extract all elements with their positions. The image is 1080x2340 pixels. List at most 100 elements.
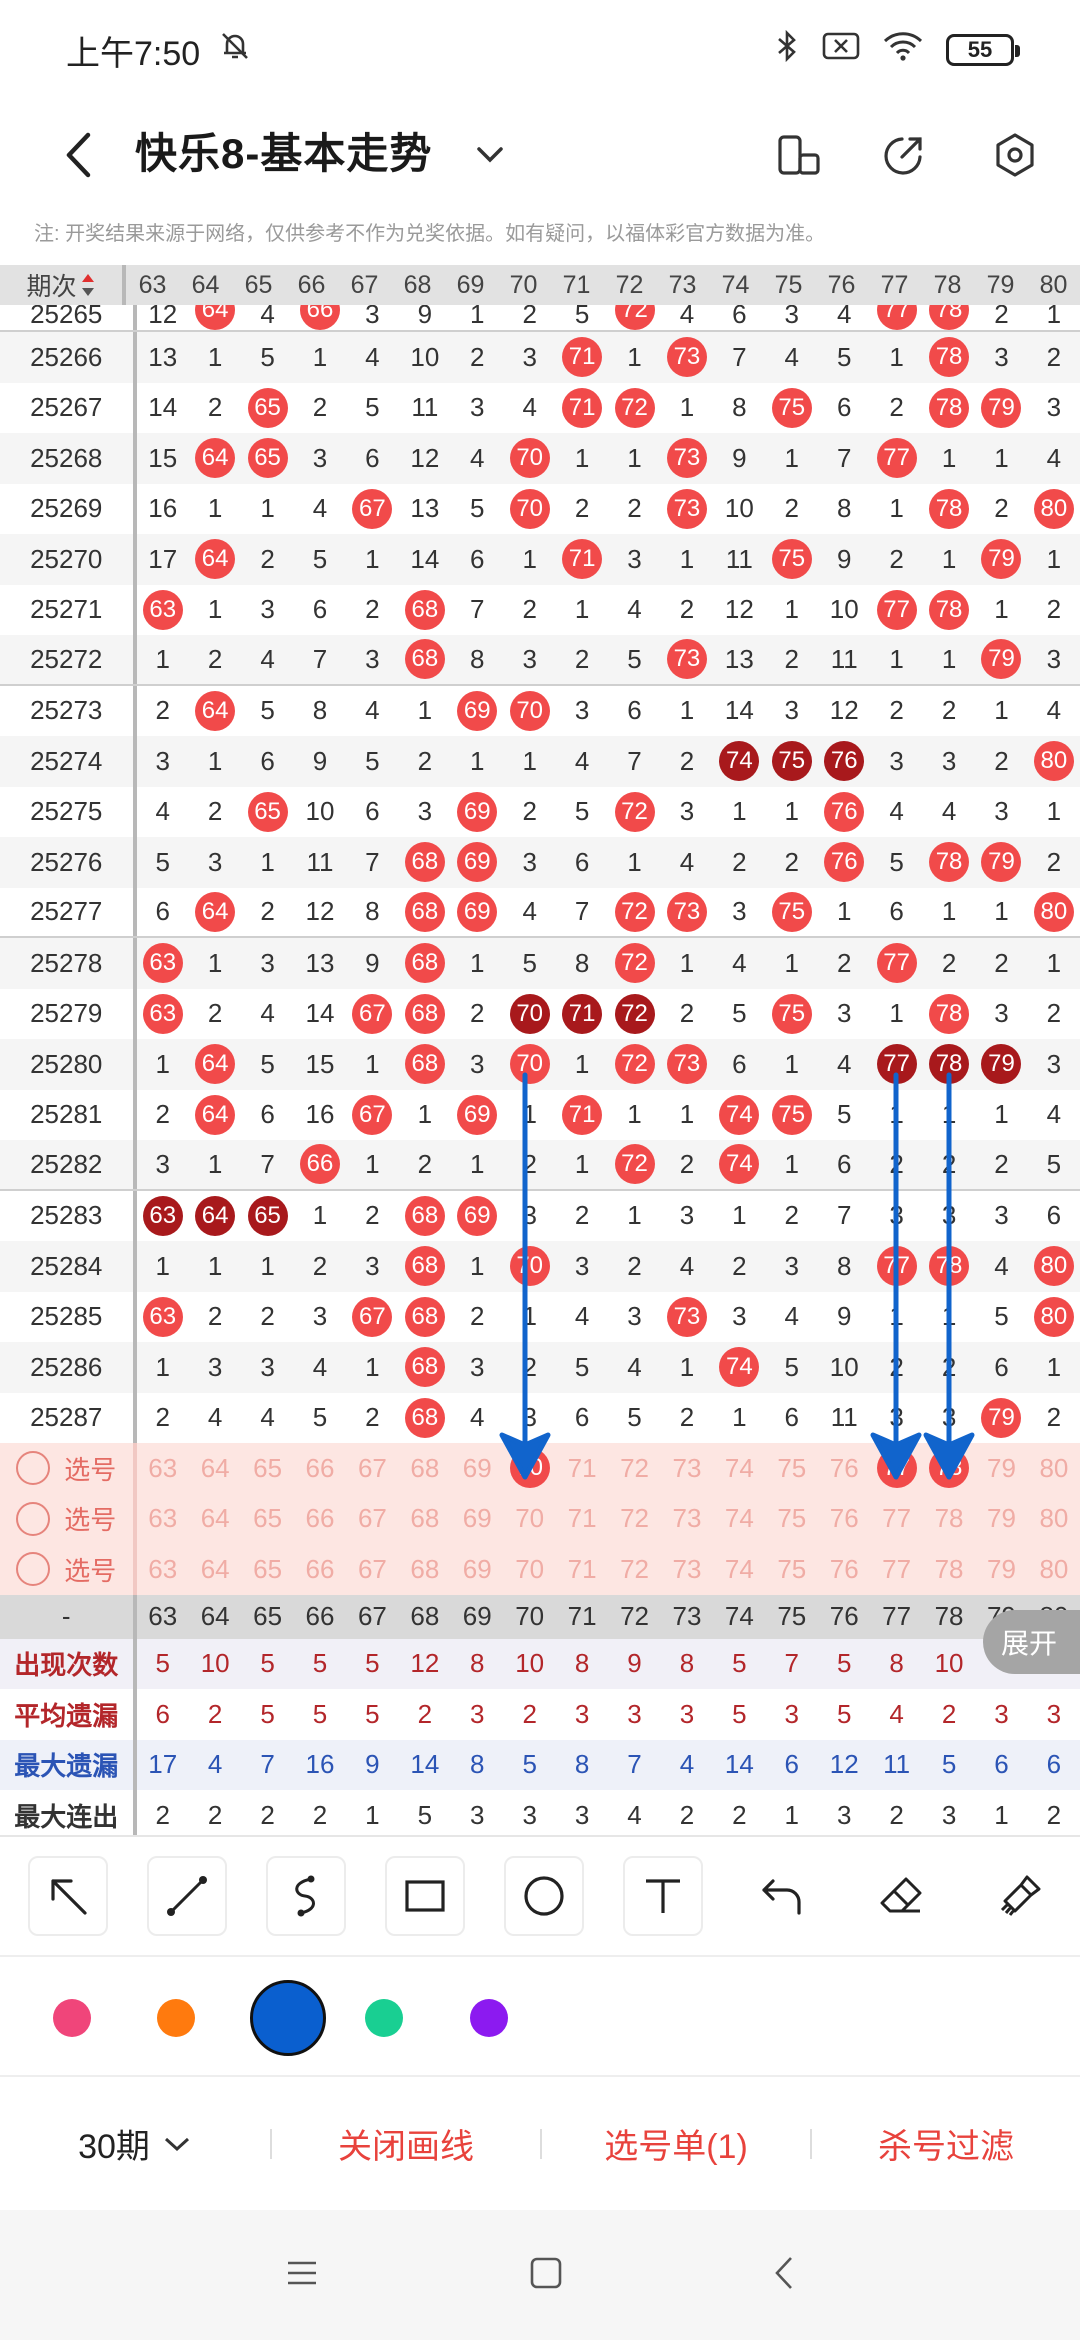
- pick-cell[interactable]: 72: [608, 1443, 660, 1494]
- radio-icon[interactable]: [16, 1451, 51, 1486]
- page-title[interactable]: 快乐8-基本走势: [135, 114, 432, 194]
- pick-cell[interactable]: 71: [556, 1494, 608, 1545]
- issue-number: 25279: [0, 988, 137, 1039]
- pick-cell[interactable]: 67: [346, 1544, 398, 1595]
- pick-cell[interactable]: 74: [713, 1443, 765, 1494]
- color-blue[interactable]: [250, 1980, 326, 2056]
- text-tool[interactable]: [623, 1856, 703, 1936]
- pick-cell[interactable]: 75: [766, 1544, 818, 1595]
- table-row: 25270 17 64 2 5 1 14 6 1 71 3 1 11 75 9 2 1 79 1: [0, 534, 1080, 585]
- pick-cell[interactable]: 69: [451, 1494, 503, 1545]
- pick-row[interactable]: 选号 63 64 65 66 67 68 69 70 71 72 73 74 75 76 77 78 79 80: [0, 1544, 1080, 1595]
- period-select[interactable]: 30期: [0, 2119, 270, 2168]
- pick-cell[interactable]: 78: [923, 1544, 975, 1595]
- pick-cell[interactable]: 65: [241, 1494, 293, 1545]
- undo-icon: [762, 1879, 801, 1915]
- pick-cell[interactable]: 70: [503, 1544, 555, 1595]
- pick-cell[interactable]: 69: [451, 1544, 503, 1595]
- pick-cell[interactable]: 80: [1028, 1544, 1080, 1595]
- chevron-down-icon[interactable]: [470, 130, 510, 180]
- pick-cell[interactable]: 75: [766, 1443, 818, 1494]
- pick-cell[interactable]: 66: [294, 1494, 346, 1545]
- home-icon[interactable]: [529, 2256, 563, 2295]
- number-cell: 2: [941, 695, 957, 726]
- pick-cell[interactable]: 66: [294, 1544, 346, 1595]
- expand-button[interactable]: 展开: [983, 1610, 1080, 1674]
- pick-cell[interactable]: 76: [818, 1443, 870, 1494]
- pick-cell[interactable]: 79: [975, 1494, 1027, 1545]
- pick-cell[interactable]: 76: [818, 1494, 870, 1545]
- pick-cell[interactable]: 78: [923, 1443, 975, 1494]
- radio-icon[interactable]: [16, 1501, 51, 1536]
- orientation-icon[interactable]: [758, 115, 838, 195]
- pick-cell[interactable]: 70: [503, 1494, 555, 1545]
- color-pink[interactable]: [53, 1999, 91, 2037]
- color-purple[interactable]: [470, 1999, 508, 2037]
- pick-cell[interactable]: 79: [975, 1443, 1027, 1494]
- clear-tool[interactable]: [980, 1856, 1060, 1936]
- pick-cell[interactable]: 67: [346, 1494, 398, 1545]
- arrow-tool[interactable]: [28, 1856, 108, 1936]
- pick-cell[interactable]: 66: [294, 1443, 346, 1494]
- pick-list-button[interactable]: 选号单(1): [542, 2119, 810, 2168]
- back-button[interactable]: [48, 115, 108, 195]
- pick-cell[interactable]: 77: [870, 1443, 922, 1494]
- pick-cell[interactable]: 77: [870, 1544, 922, 1595]
- pick-cell[interactable]: 79: [975, 1544, 1027, 1595]
- rectangle-tool[interactable]: [385, 1856, 465, 1936]
- pick-cell[interactable]: 80: [1028, 1494, 1080, 1545]
- back-nav-icon[interactable]: [773, 2255, 795, 2296]
- pick-cell[interactable]: 70: [503, 1443, 555, 1494]
- trend-grid[interactable]: 期次 63 64 65 66 67 68 69 70 71 72 73 74 75 76 77 78 79 80 …: [0, 265, 1080, 1835]
- line-tool[interactable]: [147, 1856, 227, 1936]
- pick-cell[interactable]: 80: [1028, 1443, 1080, 1494]
- pick-label[interactable]: 选号: [0, 1443, 137, 1494]
- pick-cell[interactable]: 65: [241, 1443, 293, 1494]
- share-icon[interactable]: [864, 115, 944, 195]
- pick-cell[interactable]: 67: [346, 1443, 398, 1494]
- number-cell: 1: [207, 594, 223, 625]
- pick-cell[interactable]: 63: [137, 1443, 189, 1494]
- pick-cell[interactable]: 68: [399, 1494, 451, 1545]
- pick-cell[interactable]: 65: [241, 1544, 293, 1595]
- pick-cell[interactable]: 74: [713, 1494, 765, 1545]
- settings-icon[interactable]: [975, 115, 1055, 195]
- kill-filter-button[interactable]: 杀号过滤: [812, 2119, 1080, 2168]
- pick-cell[interactable]: 68: [399, 1544, 451, 1595]
- pick-cell[interactable]: 69: [451, 1443, 503, 1494]
- pick-cell[interactable]: 73: [661, 1443, 713, 1494]
- pick-label[interactable]: 选号: [0, 1544, 137, 1595]
- color-green[interactable]: [365, 1999, 403, 2037]
- pick-cell[interactable]: 76: [818, 1544, 870, 1595]
- pick-cell[interactable]: 75: [766, 1494, 818, 1545]
- radio-icon[interactable]: [16, 1552, 51, 1587]
- pick-cell[interactable]: 64: [189, 1544, 241, 1595]
- pick-cell[interactable]: 73: [661, 1544, 713, 1595]
- column-header: 63: [138, 270, 167, 299]
- pick-cell[interactable]: 74: [713, 1544, 765, 1595]
- pick-cell[interactable]: 71: [556, 1544, 608, 1595]
- pick-cell[interactable]: 72: [608, 1494, 660, 1545]
- pick-cell[interactable]: 77: [870, 1494, 922, 1545]
- pick-cell[interactable]: 63: [137, 1494, 189, 1545]
- pick-cell[interactable]: 72: [608, 1544, 660, 1595]
- undo-tool[interactable]: [742, 1856, 822, 1936]
- pick-cell[interactable]: 64: [189, 1443, 241, 1494]
- pick-cell[interactable]: 63: [137, 1544, 189, 1595]
- curve-tool[interactable]: [266, 1856, 346, 1936]
- color-orange[interactable]: [157, 1999, 195, 2037]
- issue-sort-header[interactable]: 期次: [0, 265, 126, 305]
- eraser-tool[interactable]: [861, 1856, 941, 1936]
- pick-row[interactable]: 选号 63 64 65 66 67 68 69 70 71 72 73 74 75 76 77 78 79 80: [0, 1493, 1080, 1545]
- close-lines-button[interactable]: 关闭画线: [272, 2119, 540, 2168]
- menu-icon[interactable]: [285, 2258, 319, 2293]
- pick-cell[interactable]: 73: [661, 1494, 713, 1545]
- number-cell: 7: [627, 745, 642, 776]
- pick-row[interactable]: 选号 63 64 65 66 67 68 69 70 71 72 73 74 75 76 77 78 79 80: [0, 1443, 1080, 1494]
- pick-cell[interactable]: 68: [399, 1443, 451, 1494]
- pick-cell[interactable]: 71: [556, 1443, 608, 1494]
- circle-tool[interactable]: [504, 1856, 584, 1936]
- pick-label[interactable]: 选号: [0, 1493, 137, 1544]
- pick-cell[interactable]: 64: [189, 1494, 241, 1545]
- pick-cell[interactable]: 78: [923, 1494, 975, 1545]
